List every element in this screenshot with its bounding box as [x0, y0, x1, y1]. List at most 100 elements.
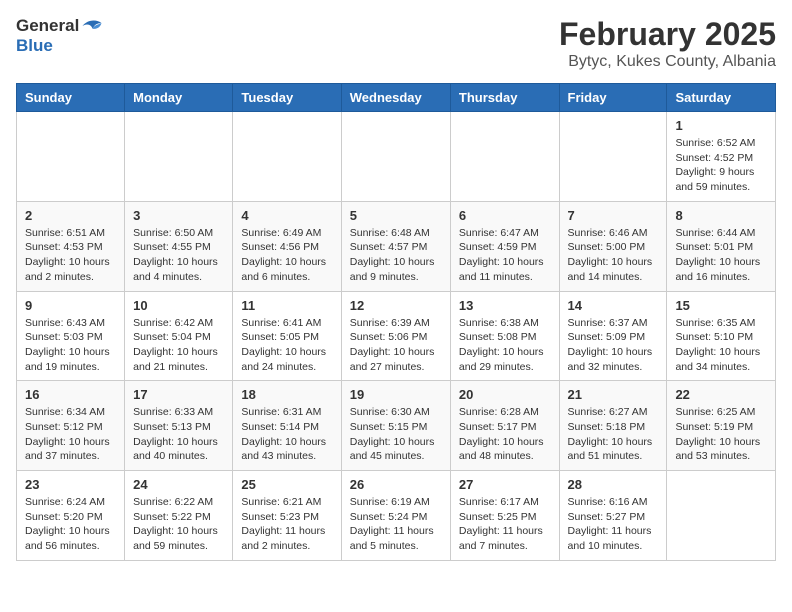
- day-info: Sunrise: 6:52 AM Sunset: 4:52 PM Dayligh…: [675, 136, 767, 195]
- calendar-cell: 22Sunrise: 6:25 AM Sunset: 5:19 PM Dayli…: [667, 381, 776, 471]
- weekday-header-monday: Monday: [125, 84, 233, 112]
- calendar-cell: 8 Sunrise: 6:44 AM Sunset: 5:01 PM Daylig…: [667, 201, 776, 291]
- header: General Blue February 2025 Bytyc, Kukes …: [16, 16, 776, 71]
- calendar-cell: 10 Sunrise: 6:42 AM Sunset: 5:04 PM Dayli…: [125, 291, 233, 381]
- day-number: 19: [350, 387, 442, 402]
- day-number: 18: [241, 387, 332, 402]
- calendar-cell: 28Sunrise: 6:16 AM Sunset: 5:27 PM Dayli…: [559, 471, 667, 561]
- day-info: Sunrise: 6:25 AM Sunset: 5:19 PM Dayligh…: [675, 405, 767, 464]
- weekday-header-tuesday: Tuesday: [233, 84, 341, 112]
- calendar-cell: [559, 112, 667, 202]
- day-info: Sunrise: 6:51 AM Sunset: 4:53 PM Dayligh…: [25, 226, 116, 285]
- calendar-cell: 20 Sunrise: 6:28 AM Sunset: 5:17 PM Dayli…: [450, 381, 559, 471]
- calendar-cell: 2 Sunrise: 6:51 AM Sunset: 4:53 PM Daylig…: [17, 201, 125, 291]
- day-info: Sunrise: 6:42 AM Sunset: 5:04 PM Dayligh…: [133, 316, 224, 375]
- calendar-cell: 12 Sunrise: 6:39 AM Sunset: 5:06 PM Dayli…: [341, 291, 450, 381]
- day-number: 26: [350, 477, 442, 492]
- weekday-header-saturday: Saturday: [667, 84, 776, 112]
- calendar-cell: 13 Sunrise: 6:38 AM Sunset: 5:08 PM Dayli…: [450, 291, 559, 381]
- calendar-header: SundayMondayTuesdayWednesdayThursdayFrid…: [17, 84, 776, 112]
- day-number: 17: [133, 387, 224, 402]
- day-number: 21: [568, 387, 659, 402]
- subtitle: Bytyc, Kukes County, Albania: [559, 53, 776, 71]
- day-number: 15: [675, 298, 767, 313]
- calendar-cell: 3 Sunrise: 6:50 AM Sunset: 4:55 PM Daylig…: [125, 201, 233, 291]
- calendar-cell: 14 Sunrise: 6:37 AM Sunset: 5:09 PM Dayli…: [559, 291, 667, 381]
- day-number: 11: [241, 298, 332, 313]
- calendar-cell: [450, 112, 559, 202]
- calendar-cell: 7 Sunrise: 6:46 AM Sunset: 5:00 PM Daylig…: [559, 201, 667, 291]
- day-number: 23: [25, 477, 116, 492]
- day-info: Sunrise: 6:37 AM Sunset: 5:09 PM Dayligh…: [568, 316, 659, 375]
- day-number: 12: [350, 298, 442, 313]
- calendar-cell: 11 Sunrise: 6:41 AM Sunset: 5:05 PM Dayli…: [233, 291, 341, 381]
- calendar-cell: 6Sunrise: 6:47 AM Sunset: 4:59 PM Daylig…: [450, 201, 559, 291]
- day-info: Sunrise: 6:17 AM Sunset: 5:25 PM Dayligh…: [459, 495, 551, 554]
- day-number: 1: [675, 118, 767, 133]
- calendar-cell: 26Sunrise: 6:19 AM Sunset: 5:24 PM Dayli…: [341, 471, 450, 561]
- day-number: 9: [25, 298, 116, 313]
- calendar-cell: 25 Sunrise: 6:21 AM Sunset: 5:23 PM Dayli…: [233, 471, 341, 561]
- day-info: Sunrise: 6:46 AM Sunset: 5:00 PM Dayligh…: [568, 226, 659, 285]
- week-row-2: 2 Sunrise: 6:51 AM Sunset: 4:53 PM Daylig…: [17, 201, 776, 291]
- day-number: 10: [133, 298, 224, 313]
- calendar-cell: [17, 112, 125, 202]
- day-info: Sunrise: 6:47 AM Sunset: 4:59 PM Dayligh…: [459, 226, 551, 285]
- calendar-cell: 4Sunrise: 6:49 AM Sunset: 4:56 PM Daylig…: [233, 201, 341, 291]
- day-number: 2: [25, 208, 116, 223]
- day-number: 4: [241, 208, 332, 223]
- calendar-cell: 24 Sunrise: 6:22 AM Sunset: 5:22 PM Dayli…: [125, 471, 233, 561]
- day-info: Sunrise: 6:21 AM Sunset: 5:23 PM Dayligh…: [241, 495, 332, 554]
- weekday-header-sunday: Sunday: [17, 84, 125, 112]
- calendar-cell: 9Sunrise: 6:43 AM Sunset: 5:03 PM Daylig…: [17, 291, 125, 381]
- day-number: 25: [241, 477, 332, 492]
- main-title: February 2025: [559, 16, 776, 53]
- logo-bird-icon: [81, 17, 103, 35]
- day-number: 13: [459, 298, 551, 313]
- day-info: Sunrise: 6:35 AM Sunset: 5:10 PM Dayligh…: [675, 316, 767, 375]
- weekday-header-wednesday: Wednesday: [341, 84, 450, 112]
- week-row-3: 9Sunrise: 6:43 AM Sunset: 5:03 PM Daylig…: [17, 291, 776, 381]
- day-info: Sunrise: 6:39 AM Sunset: 5:06 PM Dayligh…: [350, 316, 442, 375]
- logo-blue: Blue: [16, 36, 53, 55]
- calendar-cell: [341, 112, 450, 202]
- day-info: Sunrise: 6:30 AM Sunset: 5:15 PM Dayligh…: [350, 405, 442, 464]
- calendar-cell: 21 Sunrise: 6:27 AM Sunset: 5:18 PM Dayli…: [559, 381, 667, 471]
- day-info: Sunrise: 6:22 AM Sunset: 5:22 PM Dayligh…: [133, 495, 224, 554]
- day-info: Sunrise: 6:24 AM Sunset: 5:20 PM Dayligh…: [25, 495, 116, 554]
- day-number: 7: [568, 208, 659, 223]
- day-number: 27: [459, 477, 551, 492]
- day-number: 20: [459, 387, 551, 402]
- title-section: February 2025 Bytyc, Kukes County, Alban…: [559, 16, 776, 71]
- day-info: Sunrise: 6:38 AM Sunset: 5:08 PM Dayligh…: [459, 316, 551, 375]
- day-info: Sunrise: 6:44 AM Sunset: 5:01 PM Dayligh…: [675, 226, 767, 285]
- day-number: 16: [25, 387, 116, 402]
- day-info: Sunrise: 6:33 AM Sunset: 5:13 PM Dayligh…: [133, 405, 224, 464]
- calendar-cell: 16 Sunrise: 6:34 AM Sunset: 5:12 PM Dayli…: [17, 381, 125, 471]
- calendar-cell: 18 Sunrise: 6:31 AM Sunset: 5:14 PM Dayli…: [233, 381, 341, 471]
- calendar-cell: 1 Sunrise: 6:52 AM Sunset: 4:52 PM Daylig…: [667, 112, 776, 202]
- day-info: Sunrise: 6:31 AM Sunset: 5:14 PM Dayligh…: [241, 405, 332, 464]
- calendar-cell: [667, 471, 776, 561]
- day-info: Sunrise: 6:28 AM Sunset: 5:17 PM Dayligh…: [459, 405, 551, 464]
- day-number: 28: [568, 477, 659, 492]
- day-number: 3: [133, 208, 224, 223]
- day-number: 8: [675, 208, 767, 223]
- day-number: 14: [568, 298, 659, 313]
- calendar-cell: 19 Sunrise: 6:30 AM Sunset: 5:15 PM Dayli…: [341, 381, 450, 471]
- day-number: 24: [133, 477, 224, 492]
- logo-general: General: [16, 16, 79, 36]
- calendar-cell: 5Sunrise: 6:48 AM Sunset: 4:57 PM Daylig…: [341, 201, 450, 291]
- calendar-cell: [125, 112, 233, 202]
- day-info: Sunrise: 6:41 AM Sunset: 5:05 PM Dayligh…: [241, 316, 332, 375]
- week-row-5: 23 Sunrise: 6:24 AM Sunset: 5:20 PM Dayli…: [17, 471, 776, 561]
- weekday-header-thursday: Thursday: [450, 84, 559, 112]
- day-info: Sunrise: 6:50 AM Sunset: 4:55 PM Dayligh…: [133, 226, 224, 285]
- logo: General Blue: [16, 16, 103, 56]
- calendar-cell: 23 Sunrise: 6:24 AM Sunset: 5:20 PM Dayli…: [17, 471, 125, 561]
- week-row-1: 1 Sunrise: 6:52 AM Sunset: 4:52 PM Daylig…: [17, 112, 776, 202]
- day-info: Sunrise: 6:34 AM Sunset: 5:12 PM Dayligh…: [25, 405, 116, 464]
- day-info: Sunrise: 6:48 AM Sunset: 4:57 PM Dayligh…: [350, 226, 442, 285]
- calendar-cell: 27 Sunrise: 6:17 AM Sunset: 5:25 PM Dayli…: [450, 471, 559, 561]
- day-info: Sunrise: 6:27 AM Sunset: 5:18 PM Dayligh…: [568, 405, 659, 464]
